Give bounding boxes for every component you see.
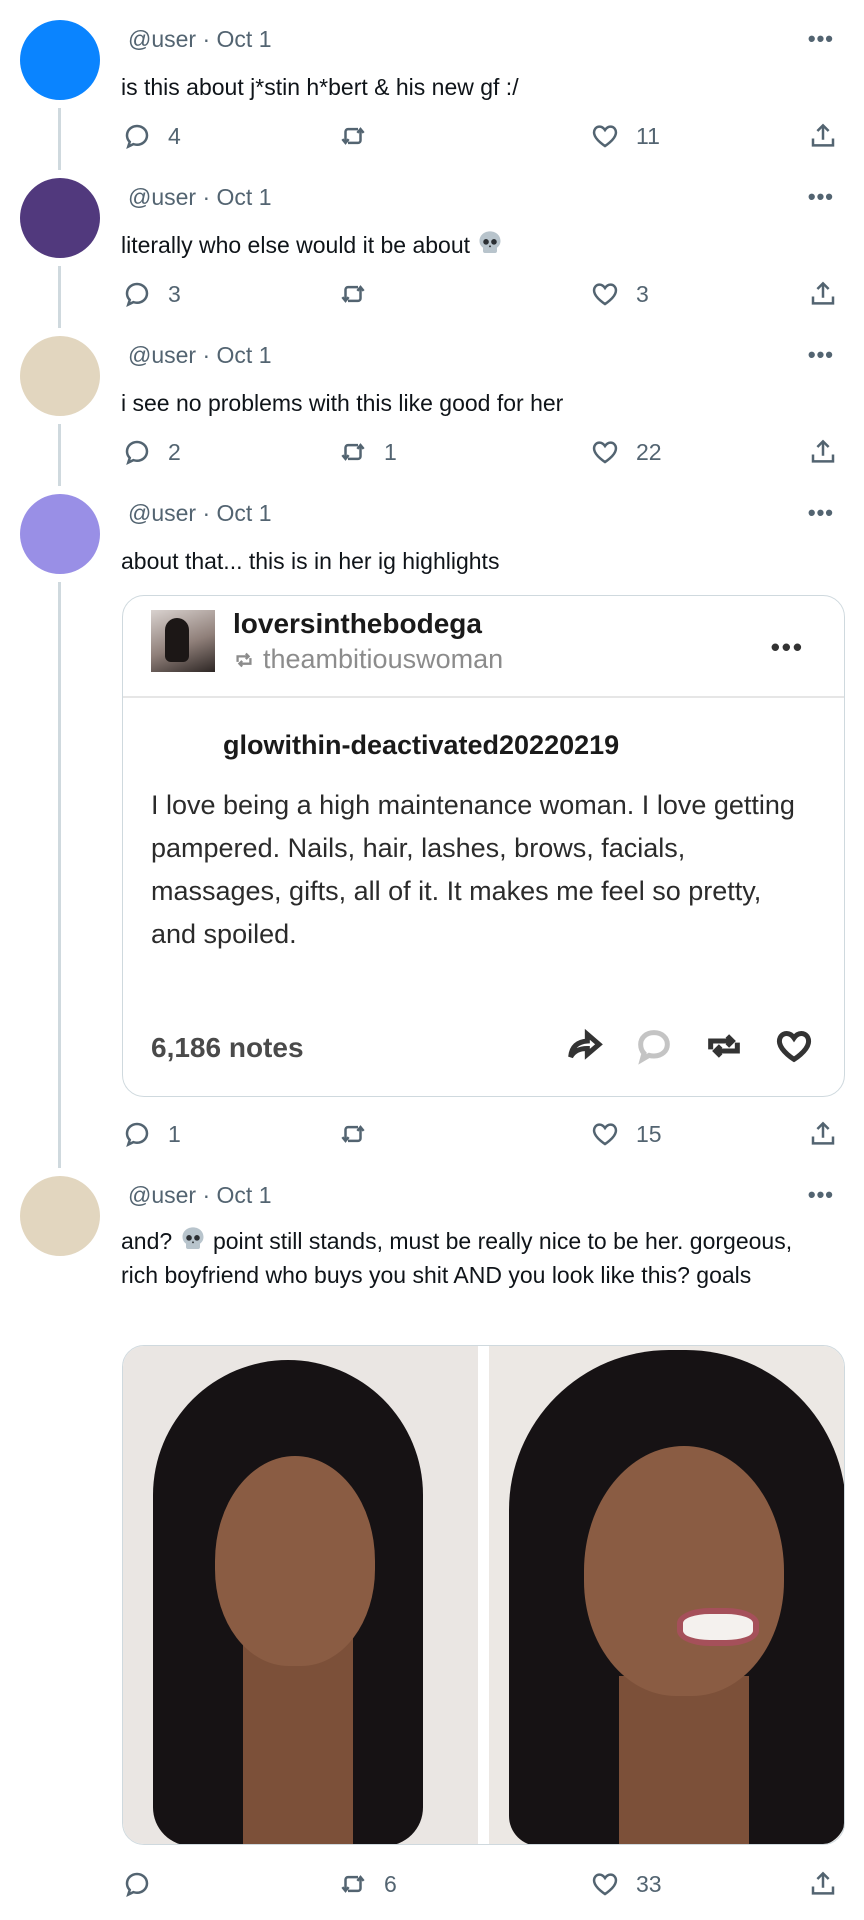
tweet-text-end: point still stands, must be really nice …: [121, 1228, 793, 1288]
tweet-meta: @user · Oct 1: [128, 1182, 272, 1209]
like-count: 33: [636, 1870, 662, 1897]
photo-mouth: [677, 1608, 759, 1646]
photo-left[interactable]: [123, 1346, 478, 1844]
more-options-icon[interactable]: •••: [808, 1182, 834, 1208]
meta-separator: ·: [202, 1182, 211, 1208]
tweet-media[interactable]: [122, 1345, 845, 1845]
tweet[interactable]: @user · Oct 1 ••• and? point still stand…: [0, 0, 864, 1920]
photo-face: [215, 1456, 375, 1666]
tweet-actions: 6 33: [0, 1864, 864, 1904]
user-handle[interactable]: @user: [128, 1182, 196, 1208]
retweet-icon: [338, 1869, 368, 1899]
tweet-text: and? point still stands, must be really …: [121, 1224, 831, 1292]
share-button[interactable]: [808, 1864, 838, 1904]
thread: @user · Oct 1 ••• is this about j*stin h…: [0, 0, 864, 1920]
retweet-button[interactable]: 6: [338, 1864, 397, 1904]
photo-right[interactable]: [489, 1346, 844, 1844]
photo-face: [584, 1446, 784, 1696]
retweet-count: 6: [384, 1870, 397, 1897]
skull-emoji-icon: [182, 1227, 204, 1250]
tweet-date[interactable]: Oct 1: [217, 1182, 272, 1208]
avatar[interactable]: [20, 1176, 100, 1256]
like-button[interactable]: 33: [590, 1864, 662, 1904]
reply-button[interactable]: [122, 1864, 168, 1904]
reply-icon: [122, 1869, 152, 1899]
tweet-text-start: and?: [121, 1228, 173, 1254]
share-icon: [808, 1869, 838, 1899]
heart-icon: [590, 1869, 620, 1899]
photo-neck: [619, 1676, 749, 1844]
